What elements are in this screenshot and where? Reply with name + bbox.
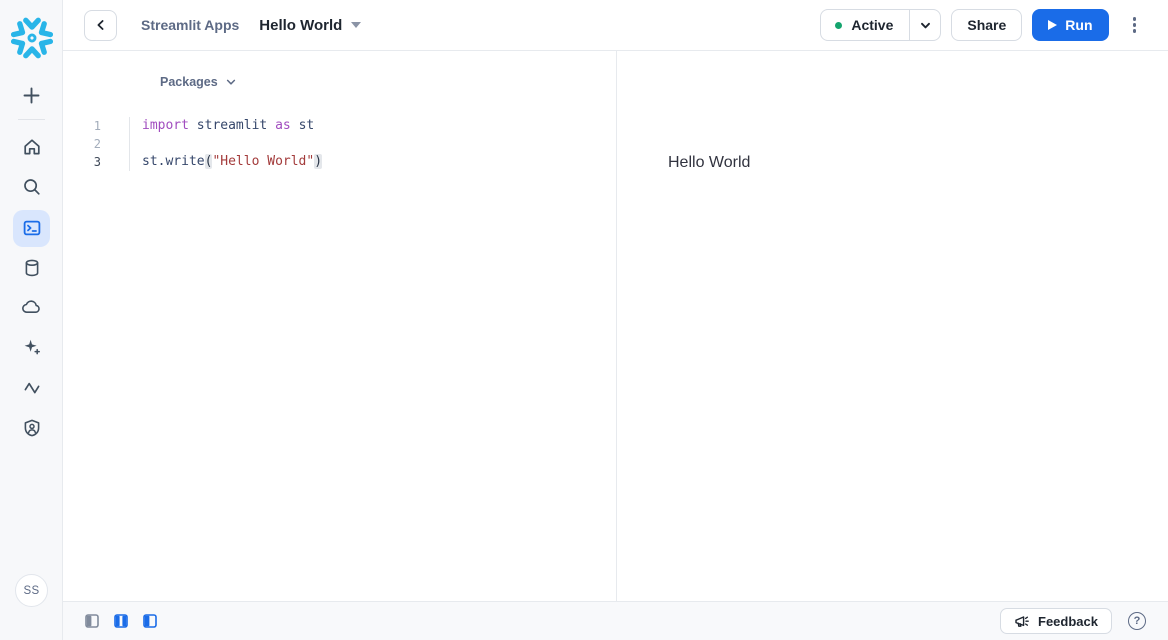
bottom-right-actions: Feedback ? (1000, 608, 1146, 634)
database-icon (22, 258, 42, 278)
feedback-label: Feedback (1038, 614, 1098, 629)
run-button[interactable]: Run (1032, 9, 1108, 41)
kebab-dot (1133, 23, 1137, 27)
home-icon (22, 137, 42, 157)
header-actions: Active Share Run (820, 9, 1168, 41)
preview-output-text: Hello World (668, 154, 750, 172)
snowflake-icon (11, 17, 53, 59)
sidebar-item-home[interactable] (0, 127, 63, 167)
terminal-icon (22, 218, 42, 238)
packages-dropdown[interactable]: Packages (160, 75, 237, 89)
help-button[interactable]: ? (1128, 612, 1146, 630)
kebab-dot (1133, 29, 1137, 33)
code-token: import (142, 118, 197, 133)
snowsight-streamlit-editor: SS Streamlit Apps Hello World Active (0, 0, 1168, 640)
sidebar-item-search[interactable] (0, 167, 63, 207)
code-line-2[interactable]: 2 (63, 135, 615, 153)
breadcrumb-streamlit-apps[interactable]: Streamlit Apps (141, 17, 239, 33)
sidebar-item-admin[interactable] (0, 408, 63, 448)
chevron-down-icon (225, 76, 237, 88)
run-label: Run (1065, 17, 1092, 33)
packages-label: Packages (160, 75, 218, 89)
share-button[interactable]: Share (951, 9, 1022, 41)
cloud-icon (21, 297, 42, 318)
kebab-dot (1133, 17, 1137, 21)
chevron-left-icon (95, 19, 107, 31)
code-token: st (299, 118, 315, 133)
back-button[interactable] (84, 10, 117, 41)
layout-preview-only-button[interactable] (143, 614, 157, 628)
code-line-3[interactable]: 3 st.write("Hello World") (63, 153, 615, 171)
new-plus-button[interactable] (0, 75, 63, 115)
status-dot-icon (835, 22, 842, 29)
code-token: as (275, 118, 298, 133)
shield-user-icon (22, 418, 42, 438)
code-token: st.write (142, 154, 205, 169)
bottom-bar: Feedback ? (63, 601, 1168, 640)
sidebar-divider (18, 119, 45, 120)
code-line-content: st.write("Hello World") (130, 153, 322, 171)
line-number: 2 (63, 135, 130, 153)
play-icon (1048, 20, 1057, 30)
status-split-button: Active (820, 9, 941, 41)
status-button[interactable]: Active (821, 10, 909, 40)
code-line-content: import streamlit as st (130, 117, 314, 135)
code-area[interactable]: 1 import streamlit as st 2 3 st.write("H… (63, 117, 615, 171)
sidebar-item-activity[interactable] (0, 368, 63, 408)
more-options-button[interactable] (1129, 13, 1141, 37)
code-editor-panel: Packages 1 import streamlit as st 2 3 st… (63, 51, 617, 601)
code-token-bracket: ) (314, 154, 322, 169)
sidebar-item-data[interactable] (0, 248, 63, 288)
layout-editor-only-button[interactable] (85, 614, 99, 628)
code-line-content (130, 135, 142, 153)
user-avatar[interactable]: SS (15, 574, 48, 607)
megaphone-icon (1014, 614, 1030, 629)
layout-toggle-group (85, 614, 157, 628)
sparkles-icon (22, 337, 42, 357)
sidebar-item-projects-active[interactable] (0, 208, 63, 248)
snowflake-logo[interactable] (0, 17, 63, 59)
activity-pulse-icon (22, 378, 42, 398)
app-title: Hello World (259, 17, 342, 34)
feedback-button[interactable]: Feedback (1000, 608, 1112, 634)
plus-icon (22, 86, 41, 105)
status-dropdown-button[interactable] (909, 10, 940, 40)
avatar-initials: SS (24, 585, 40, 597)
app-preview-panel: Hello World (618, 51, 1168, 601)
share-label: Share (967, 17, 1006, 33)
layout-split-view-button-active[interactable] (114, 614, 128, 628)
sidebar-item-cloud[interactable] (0, 287, 63, 327)
search-icon (22, 177, 42, 197)
title-caret-down-icon[interactable] (351, 22, 361, 28)
code-line-1[interactable]: 1 import streamlit as st (63, 117, 615, 135)
question-mark-icon: ? (1134, 615, 1141, 627)
chevron-down-icon (919, 19, 932, 32)
line-number: 1 (63, 117, 130, 135)
code-token: streamlit (197, 118, 275, 133)
left-sidebar: SS (0, 0, 63, 640)
code-token-string: "Hello World" (212, 154, 314, 169)
top-header: Streamlit Apps Hello World Active Share (63, 0, 1168, 51)
sidebar-item-ai[interactable] (0, 327, 63, 367)
status-label: Active (851, 17, 893, 33)
line-number-active: 3 (63, 153, 130, 171)
